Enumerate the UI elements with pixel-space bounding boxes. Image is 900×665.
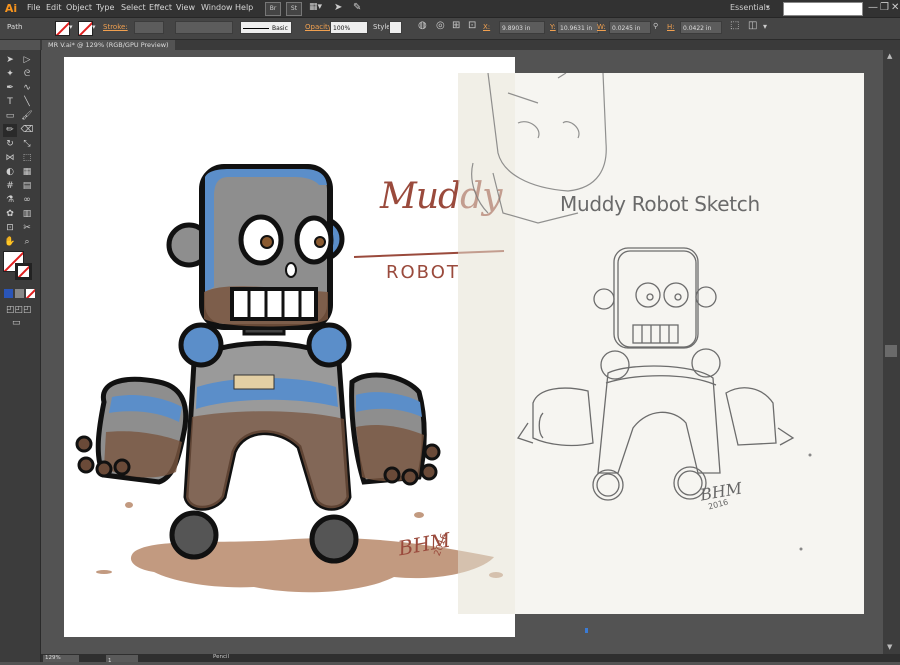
screen-mode-icon[interactable]: ▭ bbox=[12, 318, 21, 328]
x-field[interactable]: 9.8903 in bbox=[499, 21, 545, 34]
panel-menu-icon[interactable]: ▾ bbox=[763, 22, 767, 31]
selection-type-label: Path bbox=[7, 23, 23, 31]
menu-window[interactable]: Window bbox=[201, 3, 233, 12]
menu-help[interactable]: Help bbox=[235, 3, 253, 12]
brush-definition[interactable]: Basic bbox=[240, 21, 292, 34]
type-tool-icon[interactable]: T bbox=[3, 96, 17, 109]
mesh-tool-icon[interactable]: # bbox=[3, 180, 17, 193]
brush-name: Basic bbox=[272, 25, 288, 32]
chevron-down-icon[interactable]: ▾ bbox=[69, 23, 73, 31]
width-tool-icon[interactable]: ⋈ bbox=[3, 152, 17, 165]
none-mode-icon[interactable] bbox=[26, 289, 35, 298]
eraser-tool-icon[interactable]: ⌫ bbox=[20, 124, 34, 137]
restore-button[interactable]: ❐ bbox=[880, 2, 889, 13]
sketch-title: Muddy Robot Sketch bbox=[560, 192, 760, 216]
magic-wand-tool-icon[interactable]: ✦ bbox=[3, 68, 17, 81]
variable-width-profile[interactable] bbox=[175, 21, 233, 34]
draw-mode-icon[interactable]: ◰◰◰ bbox=[6, 305, 32, 315]
scroll-up-arrow[interactable]: ▲ bbox=[887, 52, 892, 60]
isolate-icon[interactable]: ◫ bbox=[748, 20, 757, 31]
zoom-tool-icon[interactable]: ⌕ bbox=[20, 236, 34, 249]
chevron-down-icon[interactable]: ▾ bbox=[766, 3, 770, 11]
close-button[interactable]: ✕ bbox=[891, 2, 899, 13]
globe-icon[interactable]: ◎ bbox=[436, 20, 445, 31]
graphic-style-swatch[interactable] bbox=[389, 21, 402, 34]
menu-view[interactable]: View bbox=[176, 3, 195, 12]
stroke-color-box[interactable] bbox=[15, 263, 32, 280]
menu-file[interactable]: File bbox=[27, 3, 40, 12]
rectangle-tool-icon[interactable]: ▭ bbox=[3, 110, 17, 123]
direct-selection-tool-icon[interactable]: ▷ bbox=[20, 54, 34, 67]
rotate-tool-icon[interactable]: ↻ bbox=[3, 138, 17, 151]
hand-tool-icon[interactable]: ✋ bbox=[3, 236, 17, 249]
perspective-grid-tool-icon[interactable]: ▦ bbox=[20, 166, 34, 179]
pen-tool-icon[interactable]: ✒ bbox=[3, 82, 17, 95]
slice-tool-icon[interactable]: ✂ bbox=[20, 222, 34, 235]
y-field[interactable]: 10.9631 in bbox=[557, 21, 599, 34]
symbol-sprayer-tool-icon[interactable]: ✿ bbox=[3, 208, 17, 221]
zoom-field[interactable]: 129% bbox=[43, 655, 79, 662]
scrollbar-thumb[interactable] bbox=[885, 345, 897, 357]
paintbrush-tool-icon[interactable]: 🖌 bbox=[20, 110, 34, 123]
w-label: W: bbox=[597, 23, 606, 31]
artboard-number: 1 bbox=[108, 658, 112, 664]
transform-icon[interactable]: ⬚ bbox=[730, 20, 739, 31]
x-label: X: bbox=[483, 23, 491, 31]
stock-button[interactable]: St bbox=[286, 2, 302, 16]
menu-select[interactable]: Select bbox=[121, 3, 146, 12]
pencil-cursor bbox=[585, 628, 588, 633]
bridge-button[interactable]: Br bbox=[265, 2, 281, 16]
h-label: H: bbox=[667, 23, 675, 31]
graph-tool-icon[interactable]: ▥ bbox=[20, 208, 34, 221]
align-icon[interactable]: ⊞ bbox=[452, 20, 460, 31]
line-tool-icon[interactable]: ╲ bbox=[20, 96, 34, 109]
blend-tool-icon[interactable]: ∞ bbox=[20, 194, 34, 207]
artboard-tool-icon[interactable]: ⊡ bbox=[3, 222, 17, 235]
opacity-field[interactable]: 100% bbox=[330, 21, 368, 34]
height-field[interactable]: 0.0422 in bbox=[680, 21, 722, 34]
recolor-icon[interactable]: ◍ bbox=[418, 20, 427, 31]
stroke-label[interactable]: Stroke: bbox=[103, 23, 128, 31]
y-label: Y: bbox=[550, 23, 556, 31]
stroke-weight-field[interactable] bbox=[134, 21, 164, 34]
chevron-down-icon[interactable]: ▾ bbox=[92, 23, 96, 31]
pencil-tool-icon[interactable]: ✏ bbox=[3, 124, 17, 137]
menu-effect[interactable]: Effect bbox=[149, 3, 172, 12]
robot-sketch bbox=[471, 73, 812, 551]
stroke-swatch[interactable] bbox=[78, 21, 93, 36]
reference-point-icon[interactable]: ⊡ bbox=[468, 20, 476, 31]
menu-object[interactable]: Object bbox=[66, 3, 92, 12]
selection-tool-icon[interactable]: ➤ bbox=[3, 54, 17, 67]
menu-type[interactable]: Type bbox=[96, 3, 114, 12]
artboard-navigation[interactable]: 1 bbox=[106, 655, 138, 664]
arrange-documents-icon[interactable]: ▦▾ bbox=[309, 2, 327, 15]
minimize-button[interactable]: — bbox=[868, 2, 878, 13]
search-input[interactable] bbox=[783, 2, 863, 16]
document-tab[interactable]: MR V.ai* @ 129% (RGB/GPU Preview) bbox=[42, 40, 175, 50]
brush-icon[interactable]: ✎ bbox=[353, 2, 361, 13]
link-icon[interactable]: ⚲ bbox=[653, 22, 658, 30]
gradient-tool-icon[interactable]: ▤ bbox=[20, 180, 34, 193]
curvature-tool-icon[interactable]: ∿ bbox=[20, 82, 34, 95]
lasso-tool-icon[interactable]: ᘓ bbox=[20, 68, 34, 81]
shape-builder-tool-icon[interactable]: ◐ bbox=[3, 166, 17, 179]
menu-edit[interactable]: Edit bbox=[46, 3, 62, 12]
gradient-mode-icon[interactable] bbox=[15, 289, 24, 298]
color-mode-icon[interactable] bbox=[4, 289, 13, 298]
scale-tool-icon[interactable]: ⤡ bbox=[20, 138, 34, 151]
width-field[interactable]: 0.0245 in bbox=[609, 21, 651, 34]
workspace-switcher[interactable]: Essentials bbox=[730, 3, 770, 12]
current-tool-status: Pencil bbox=[213, 654, 230, 660]
fill-swatch[interactable] bbox=[55, 21, 70, 36]
send-icon[interactable]: ➤ bbox=[334, 2, 342, 13]
scroll-down-arrow[interactable]: ▼ bbox=[887, 643, 892, 651]
free-transform-tool-icon[interactable]: ⬚ bbox=[20, 152, 34, 165]
eyedropper-tool-icon[interactable]: ⚗ bbox=[3, 194, 17, 207]
artwork-title-robot: ROBOT bbox=[386, 262, 460, 283]
app-logo: Ai bbox=[4, 2, 18, 15]
status-bar bbox=[41, 654, 900, 662]
